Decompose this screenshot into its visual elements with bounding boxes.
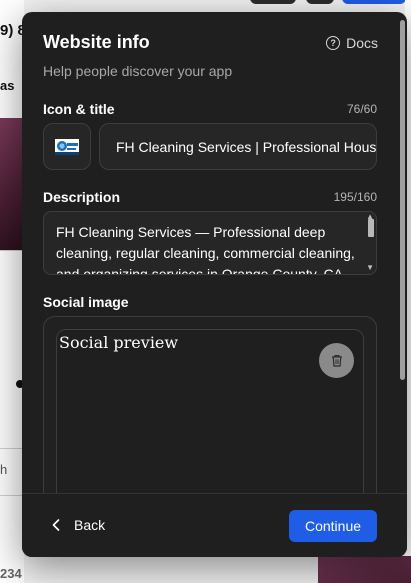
description-scroll-thumb[interactable] xyxy=(368,219,374,237)
background-divider xyxy=(0,250,24,251)
background-toolbar-button xyxy=(306,0,334,4)
site-title-input[interactable]: FH Cleaning Services | Professional Hous… xyxy=(99,123,377,170)
background-primary-button xyxy=(342,0,406,4)
app-icon-picker[interactable] xyxy=(43,123,91,170)
icon-title-label: Icon & title xyxy=(43,101,115,117)
delete-social-image-button[interactable] xyxy=(319,343,354,378)
back-label: Back xyxy=(74,517,106,533)
background-thumbnail xyxy=(318,556,411,583)
social-image-container: Social preview xyxy=(43,316,377,493)
continue-button[interactable]: Continue xyxy=(289,510,377,542)
website-info-modal: Website info ? Docs Help people discover… xyxy=(22,12,407,557)
description-label: Description xyxy=(43,189,121,205)
trash-icon xyxy=(331,355,342,367)
background-hero-image xyxy=(0,118,24,250)
docs-link[interactable]: ? Docs xyxy=(326,35,378,51)
background-left-strip: 9) 8 as h 234 xyxy=(0,0,26,583)
app-logo-icon xyxy=(55,138,79,155)
background-number-fragment: 234 xyxy=(0,566,22,581)
modal-title: Website info xyxy=(43,32,150,52)
modal-scroll-area[interactable]: Website info ? Docs Help people discover… xyxy=(22,12,407,493)
background-menu-fragment: as xyxy=(0,78,15,93)
question-circle-icon: ? xyxy=(326,36,341,50)
modal-footer: Back Continue xyxy=(22,493,407,557)
docs-label: Docs xyxy=(346,35,378,51)
background-small-fragment: h xyxy=(0,462,8,477)
title-char-counter: 76/60 xyxy=(346,102,377,116)
description-char-counter: 195/160 xyxy=(333,190,377,204)
back-button[interactable]: Back xyxy=(52,517,105,533)
modal-subtitle: Help people discover your app xyxy=(43,63,233,79)
background-divider xyxy=(0,495,24,496)
modal-scrollbar-thumb[interactable] xyxy=(400,20,405,380)
social-image-label: Social image xyxy=(43,294,129,310)
description-textarea[interactable]: FH Cleaning Services — Professional deep… xyxy=(43,211,377,275)
description-text: FH Cleaning Services — Professional deep… xyxy=(56,224,355,275)
background-divider xyxy=(0,448,24,449)
background-toolbar-button xyxy=(250,0,296,4)
chevron-left-icon xyxy=(52,519,60,531)
social-preview-alt-text: Social preview xyxy=(59,333,179,352)
social-preview-frame[interactable]: Social preview xyxy=(56,329,364,493)
scroll-down-arrow-icon[interactable]: ▼ xyxy=(366,264,374,272)
